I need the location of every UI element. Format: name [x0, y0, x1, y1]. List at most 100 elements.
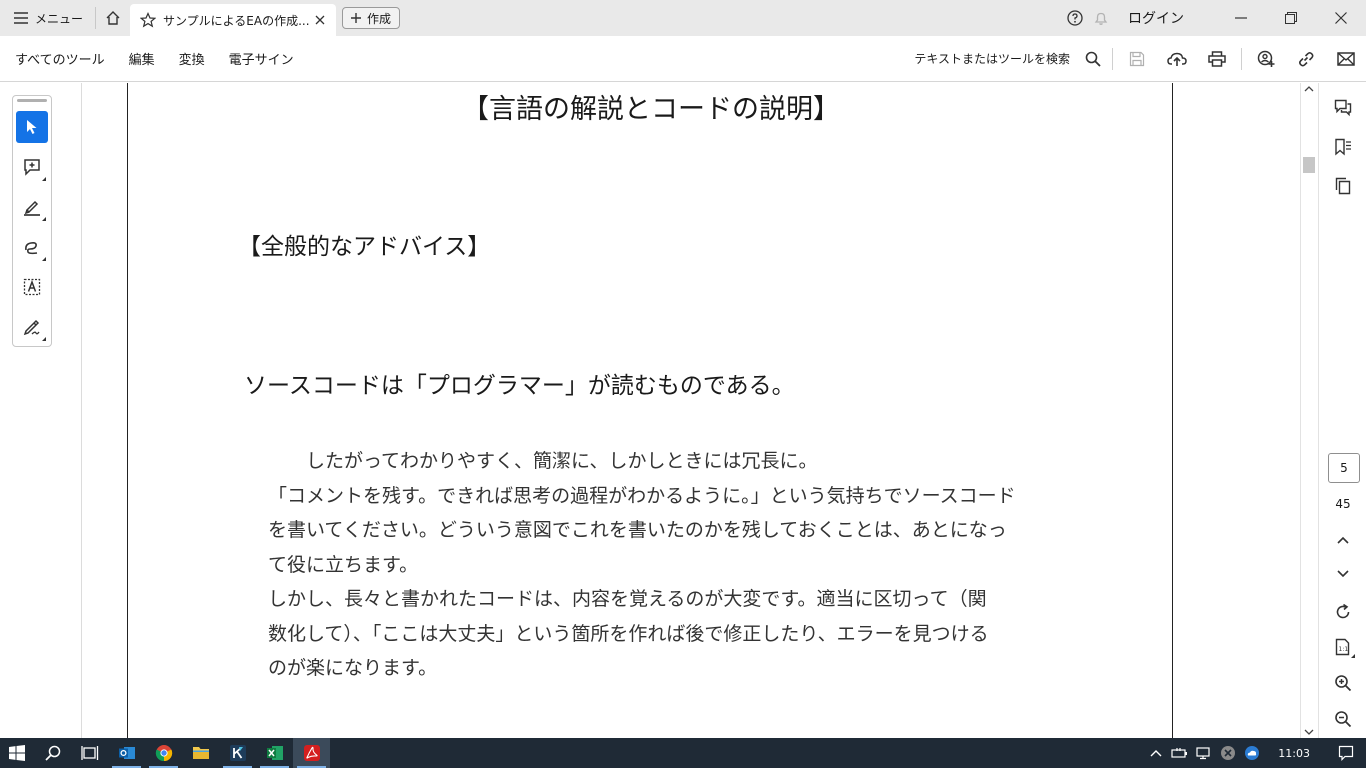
draw-tool[interactable] — [16, 231, 48, 263]
section-heading: 【全般的なアドバイス】 — [238, 234, 491, 260]
mail-icon — [1337, 51, 1355, 66]
taskbar-file-explorer[interactable] — [182, 738, 219, 768]
submenu-indicator — [1351, 654, 1355, 658]
rotate-button[interactable] — [1319, 595, 1366, 629]
zoom-out-icon — [1335, 711, 1352, 728]
submenu-indicator — [42, 177, 46, 181]
task-view-button[interactable] — [71, 738, 108, 768]
svg-text:1:1: 1:1 — [1339, 646, 1349, 653]
menu-edit[interactable]: 編集 — [117, 49, 167, 68]
quick-tools — [12, 95, 52, 347]
network-status[interactable] — [1192, 738, 1216, 768]
scroll-down-icon[interactable] — [1304, 728, 1314, 736]
taskbar-chrome[interactable] — [145, 738, 182, 768]
link-icon — [1299, 51, 1314, 66]
app-k-icon — [229, 745, 246, 761]
menu-e-sign[interactable]: 電子サイン — [217, 49, 306, 68]
menu-all-tools[interactable]: すべてのツール — [0, 49, 117, 68]
share-user-button[interactable] — [1246, 36, 1286, 82]
next-page-button[interactable] — [1319, 557, 1366, 591]
pen-signature-icon — [23, 319, 40, 336]
current-page-input[interactable]: 5 — [1328, 453, 1360, 483]
excel-icon — [266, 746, 283, 760]
star-icon[interactable] — [140, 12, 157, 28]
plus-icon — [351, 13, 362, 23]
menu-convert[interactable]: 変換 — [167, 49, 217, 68]
close-icon — [1335, 12, 1347, 24]
comments-icon — [1334, 99, 1352, 117]
taskbar-app-k[interactable] — [219, 738, 256, 768]
previous-page-button[interactable] — [1319, 523, 1366, 557]
copy-pages-icon — [1335, 177, 1351, 195]
battery-status[interactable] — [1168, 738, 1192, 768]
divider — [1112, 47, 1113, 70]
vertical-scrollbar[interactable] — [1300, 83, 1318, 738]
email-button[interactable] — [1326, 36, 1366, 82]
select-tool[interactable] — [16, 111, 48, 143]
document-viewport[interactable]: 【言語の解説とコードの説明】 【全般的なアドバイス】 ソースコードは「プログラマ… — [83, 83, 1218, 738]
zoom-in-icon — [1335, 675, 1352, 692]
volume-status[interactable] — [1216, 738, 1240, 768]
close-window-button[interactable] — [1316, 0, 1366, 36]
search-button[interactable] — [1078, 36, 1108, 82]
cursor-arrow-icon — [27, 120, 37, 134]
taskbar-acrobat[interactable] — [293, 738, 330, 768]
sign-tool[interactable] — [16, 311, 48, 343]
text-box-icon — [23, 278, 41, 296]
submenu-indicator — [42, 257, 46, 261]
notifications-button[interactable] — [1088, 0, 1114, 36]
search-label[interactable]: テキストまたはツールを検索 — [914, 50, 1070, 67]
body-line: したがってわかりやすく、簡潔に、しかしときには冗長に。 — [268, 450, 818, 472]
start-button[interactable] — [0, 738, 34, 768]
tray-overflow-button[interactable] — [1144, 738, 1168, 768]
drag-handle[interactable] — [17, 99, 47, 102]
login-button[interactable]: ログイン — [1128, 8, 1184, 28]
chrome-icon — [155, 745, 172, 762]
zoom-in-button[interactable] — [1319, 666, 1366, 700]
acrobat-window: メニュー サンプルによるEAの作成... 作成 ログイン すべてのツール 編集 … — [0, 0, 1366, 768]
bookmarks-panel-button[interactable] — [1319, 130, 1366, 164]
body-line: のが楽になります。 — [268, 657, 438, 679]
main-toolbar: すべてのツール 編集 変換 電子サイン テキストまたはツールを検索 — [0, 36, 1366, 82]
taskbar-outlook[interactable] — [108, 738, 145, 768]
zoom-out-button[interactable] — [1319, 702, 1366, 736]
no-audio-icon — [1221, 746, 1236, 760]
print-button[interactable] — [1197, 36, 1237, 82]
pages-panel-button[interactable] — [1319, 169, 1366, 203]
taskbar-clock[interactable]: 11:03 — [1278, 747, 1310, 760]
menu-button[interactable]: メニュー — [0, 0, 95, 36]
folder-icon — [192, 747, 209, 759]
highlight-tool[interactable] — [16, 191, 48, 223]
copy-link-button[interactable] — [1286, 36, 1326, 82]
create-button[interactable]: 作成 — [342, 7, 401, 29]
toolbar-right: テキストまたはツールを検索 — [914, 36, 1366, 82]
home-button[interactable] — [96, 0, 130, 36]
scrollbar-thumb[interactable] — [1303, 157, 1315, 173]
help-button[interactable] — [1062, 0, 1088, 36]
save-button[interactable] — [1117, 36, 1157, 82]
submenu-indicator — [42, 337, 46, 341]
tab-close-button[interactable] — [312, 12, 328, 28]
comments-panel-button[interactable] — [1319, 91, 1366, 125]
right-rail: 5 45 1:1 — [1318, 83, 1366, 738]
scroll-up-icon[interactable] — [1304, 85, 1314, 93]
total-pages: 45 — [1335, 497, 1351, 511]
text-box-tool[interactable] — [16, 271, 48, 303]
restore-button[interactable] — [1266, 0, 1316, 36]
taskbar-excel[interactable] — [256, 738, 293, 768]
bell-icon — [1094, 12, 1108, 25]
chevron-up-icon — [1150, 750, 1162, 757]
add-comment-tool[interactable] — [16, 151, 48, 183]
taskbar-search-button[interactable] — [34, 738, 71, 768]
document-tab[interactable]: サンプルによるEAの作成... — [130, 4, 337, 36]
chevron-down-icon — [1337, 570, 1349, 578]
cloud-upload-icon — [1167, 52, 1187, 66]
onedrive-status[interactable] — [1240, 738, 1264, 768]
minimize-button[interactable] — [1216, 0, 1266, 36]
pdf-page: 【言語の解説とコードの説明】 【全般的なアドバイス】 ソースコードは「プログラマ… — [127, 83, 1173, 738]
restore-icon — [1285, 12, 1297, 24]
page-fit-button[interactable]: 1:1 — [1319, 630, 1366, 664]
search-icon — [44, 745, 60, 761]
action-center-button[interactable] — [1326, 738, 1366, 768]
upload-cloud-button[interactable] — [1157, 36, 1197, 82]
